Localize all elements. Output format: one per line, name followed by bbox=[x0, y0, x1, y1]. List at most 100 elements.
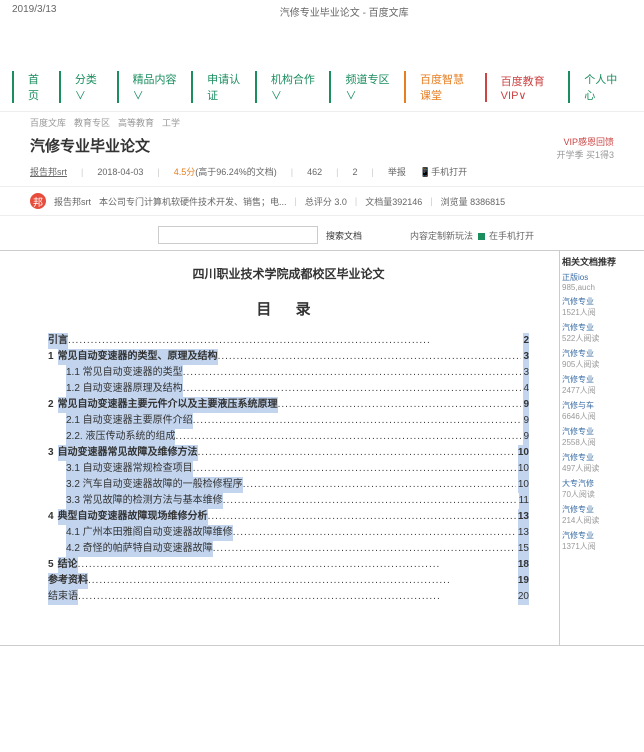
toc-line[interactable]: 2.1 自动变速器主要原件介绍.........................… bbox=[48, 413, 529, 429]
toc-line[interactable]: 5结论.....................................… bbox=[48, 557, 529, 573]
meta-count1: 462 bbox=[307, 167, 322, 177]
sidebar-count: 6646人阅 bbox=[562, 411, 642, 422]
sidebar-item[interactable]: 大专汽修70人阅读 bbox=[562, 478, 642, 500]
sidebar-link[interactable]: 汽修专业 bbox=[562, 323, 594, 332]
toc-text: 3.2 汽车自动变速器故障的一般检修程序 bbox=[66, 477, 243, 493]
toc-page: 3 bbox=[523, 365, 529, 381]
sidebar-link[interactable]: 汽修专业 bbox=[562, 453, 594, 462]
author-link[interactable]: 报告邦srt bbox=[30, 165, 67, 178]
toc-page: 18 bbox=[518, 557, 529, 573]
toc-text: 3.1 自动变速器常规检查项目 bbox=[66, 461, 193, 477]
nav-item-4[interactable]: 机构合作 ∨ bbox=[255, 71, 330, 103]
breadcrumb-item[interactable]: 高等教育 bbox=[118, 118, 154, 128]
doc-title: 汽修专业毕业论文 bbox=[30, 135, 150, 156]
toc-dots: ........................................… bbox=[208, 509, 516, 525]
sidebar-link[interactable]: 汽修与车 bbox=[562, 401, 594, 410]
custom-content-link[interactable]: 内容定制新玩法 bbox=[410, 231, 473, 241]
search-button[interactable]: 搜索文档 bbox=[326, 229, 362, 242]
breadcrumb-item[interactable]: 百度文库 bbox=[30, 118, 66, 128]
sidebar-link[interactable]: 汽修专业 bbox=[562, 375, 594, 384]
toc-line[interactable]: 4.2 奇怪的帕萨特自动变速器故障.......................… bbox=[48, 541, 529, 557]
sidebar-item[interactable]: 汽修专业1521人阅 bbox=[562, 296, 642, 318]
toc-line[interactable]: 参考资料....................................… bbox=[48, 573, 529, 589]
nav-item-5[interactable]: 频道专区 ∨ bbox=[329, 71, 404, 103]
page-title-text: 汽修专业毕业论文 - 百度文库 bbox=[280, 4, 409, 19]
sidebar-count: 2477人阅 bbox=[562, 385, 642, 396]
toc-dots: ........................................… bbox=[78, 589, 516, 605]
toc-line[interactable]: 1.1 常见自动变速器的类型..........................… bbox=[48, 365, 529, 381]
toc-num: 1 bbox=[48, 349, 54, 365]
toc-page: 19 bbox=[518, 573, 529, 589]
mobile-open-icon[interactable]: 📱手机打开 bbox=[420, 165, 467, 178]
toc-line[interactable]: 1常见自动变速器的类型、原理及结构.......................… bbox=[48, 349, 529, 365]
toc-line[interactable]: 2.2. 液压传动系统的组成..........................… bbox=[48, 429, 529, 445]
sidebar-item[interactable]: 汽修专业214人阅读 bbox=[562, 504, 642, 526]
nav-item-7[interactable]: 百度教育VIP∨ bbox=[485, 73, 569, 102]
uploader-name[interactable]: 报告邦srt bbox=[54, 195, 91, 208]
sidebar-link[interactable]: 正版ios bbox=[562, 273, 588, 282]
sidebar-item[interactable]: 汽修专业497人阅读 bbox=[562, 452, 642, 474]
sidebar-item[interactable]: 汽修专业905人阅读 bbox=[562, 348, 642, 370]
sidebar-link[interactable]: 汽修专业 bbox=[562, 427, 594, 436]
toc-page: 3 bbox=[523, 349, 529, 365]
toc-text: 3.3 常见故障的检测方法与基本维修 bbox=[66, 493, 223, 509]
toc-line[interactable]: 3.1 自动变速器常规检查项目.........................… bbox=[48, 461, 529, 477]
open-in-phone-link[interactable]: 在手机打开 bbox=[489, 231, 534, 241]
sidebar-item[interactable]: 汽修专业1371人阅 bbox=[562, 530, 642, 552]
nav-item-0[interactable]: 首页 bbox=[12, 71, 59, 103]
toc-page: 15 bbox=[518, 541, 529, 557]
nav-item-8[interactable]: 个人中心 bbox=[568, 71, 632, 103]
toc-text: 自动变速器常见故障及维修方法 bbox=[58, 445, 198, 461]
report-label[interactable]: 举报 bbox=[388, 165, 406, 178]
sidebar-count: 985,auch bbox=[562, 283, 642, 292]
sidebar-link[interactable]: 汽修专业 bbox=[562, 505, 594, 514]
sidebar-count: 1521人阅 bbox=[562, 307, 642, 318]
toc-dots: ........................................… bbox=[68, 333, 521, 349]
sidebar-item[interactable]: 汽修专业2477人阅 bbox=[562, 374, 642, 396]
uploader-stats3: 浏览量 8386815 bbox=[441, 195, 506, 208]
toc-line[interactable]: 引言......................................… bbox=[48, 333, 529, 349]
toc-line[interactable]: 3.3 常见故障的检测方法与基本维修......................… bbox=[48, 493, 529, 509]
nav-item-2[interactable]: 精品内容 ∨ bbox=[117, 71, 192, 103]
vip-promo[interactable]: VIP感恩回馈 开学季 买1得3 bbox=[556, 135, 614, 161]
nav-item-6[interactable]: 百度智慧课堂 bbox=[404, 71, 485, 103]
sidebar-item[interactable]: 汽修专业2558人阅 bbox=[562, 426, 642, 448]
title-row: 汽修专业毕业论文 VIP感恩回馈 开学季 买1得3 bbox=[0, 133, 644, 163]
toc-text: 2.2. 液压传动系统的组成 bbox=[66, 429, 175, 445]
breadcrumb-item[interactable]: 教育专区 bbox=[74, 118, 110, 128]
toc-dots: ........................................… bbox=[193, 461, 516, 477]
sidebar-item[interactable]: 汽修专业522人阅读 bbox=[562, 322, 642, 344]
toc-dots: ........................................… bbox=[243, 477, 516, 493]
toc-line[interactable]: 结束语.....................................… bbox=[48, 589, 529, 605]
uploader-row: 邦 报告邦srt 本公司专门计算机软硬件技术开发、销售；电... | 总评分 3… bbox=[0, 186, 644, 216]
toc-page: 10 bbox=[518, 445, 529, 461]
toc-page: 10 bbox=[518, 477, 529, 493]
toc-page: 20 bbox=[518, 589, 529, 605]
main-nav: 首页分类 ∨精品内容 ∨申请认证机构合作 ∨频道专区 ∨百度智慧课堂百度教育VI… bbox=[0, 63, 644, 112]
toc-line[interactable]: 1.2 自动变速器原理及结构..........................… bbox=[48, 381, 529, 397]
uploader-stats1: 总评分 3.0 bbox=[305, 195, 347, 208]
toc-page: 9 bbox=[523, 397, 529, 413]
sidebar-link[interactable]: 汽修专业 bbox=[562, 297, 594, 306]
doc-heading: 四川职业技术学院成都校区毕业论文 bbox=[48, 265, 529, 282]
toc-line[interactable]: 2常见自动变速器主要元件介以及主要液压系统原理.................… bbox=[48, 397, 529, 413]
sidebar: 相关文档推荐 正版ios985,auch汽修专业1521人阅汽修专业522人阅读… bbox=[560, 251, 644, 645]
sidebar-item[interactable]: 正版ios985,auch bbox=[562, 272, 642, 292]
vip-line2: 开学季 买1得3 bbox=[556, 148, 614, 161]
toc-line[interactable]: 3.2 汽车自动变速器故障的一般检修程序....................… bbox=[48, 477, 529, 493]
sidebar-item[interactable]: 汽修与车6646人阅 bbox=[562, 400, 642, 422]
toc-text: 常见自动变速器的类型、原理及结构 bbox=[58, 349, 218, 365]
sidebar-link[interactable]: 汽修专业 bbox=[562, 349, 594, 358]
toc-dots: ........................................… bbox=[183, 365, 522, 381]
toc-text: 典型自动变速器故障现场维修分析 bbox=[58, 509, 208, 525]
sidebar-link[interactable]: 汽修专业 bbox=[562, 531, 594, 540]
sidebar-link[interactable]: 大专汽修 bbox=[562, 479, 594, 488]
toc-line[interactable]: 4典型自动变速器故障现场维修分析........................… bbox=[48, 509, 529, 525]
search-input[interactable] bbox=[158, 226, 318, 244]
nav-item-3[interactable]: 申请认证 bbox=[191, 71, 255, 103]
avatar[interactable]: 邦 bbox=[30, 193, 46, 209]
toc-line[interactable]: 3自动变速器常见故障及维修方法.........................… bbox=[48, 445, 529, 461]
breadcrumb-item[interactable]: 工学 bbox=[162, 118, 180, 128]
toc-line[interactable]: 4.1 广州本田雅阁自动变速器故障维修.....................… bbox=[48, 525, 529, 541]
nav-item-1[interactable]: 分类 ∨ bbox=[59, 71, 117, 103]
